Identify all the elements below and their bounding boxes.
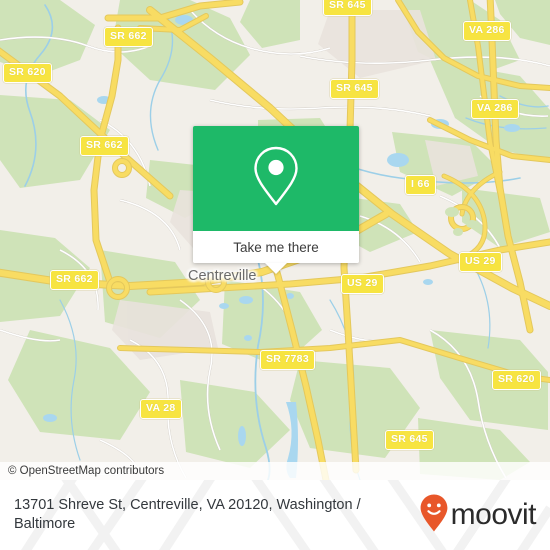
road-shield: SR 645 [385,430,434,450]
road-shield: VA 286 [471,99,519,119]
road-shield: VA 286 [463,21,511,41]
moovit-wordmark: moovit [450,498,537,531]
address-text: 13701 Shreve St, Centreville, VA 20120, … [14,496,361,532]
map-canvas[interactable]: SR 645 VA 286 SR 662 SR 620 SR 645 VA 28… [0,0,550,480]
road-shield: SR 645 [323,0,372,16]
map-pin-icon [250,143,302,214]
map-attribution: © OpenStreetMap contributors [0,462,550,480]
info-card-pointer [265,263,287,274]
road-shield: US 29 [459,252,502,272]
road-shield: SR 662 [80,136,129,156]
take-me-there-button[interactable]: Take me there [193,231,359,274]
road-shield: SR 645 [330,79,379,99]
attribution-text: © OpenStreetMap contributors [8,465,165,477]
moovit-smiley-pin-icon [419,493,449,538]
footer-bar: 13701 Shreve St, Centreville, VA 20120, … [0,480,550,550]
road-shield: SR 662 [104,27,153,47]
road-shield: SR 620 [3,63,52,83]
moovit-map-screenshot: SR 645 VA 286 SR 662 SR 620 SR 645 VA 28… [0,0,550,550]
place-label-centreville: Centreville [188,268,257,284]
location-info-card[interactable]: Take me there [193,126,359,274]
info-card-header [193,126,359,231]
road-shield: SR 662 [50,270,99,290]
road-shield: I 66 [405,175,436,195]
moovit-logo: moovit [419,493,537,538]
road-shield: US 29 [341,274,384,294]
road-shield: SR 7783 [260,350,315,370]
road-shield: SR 620 [492,370,541,390]
take-me-there-label: Take me there [233,239,319,255]
road-shield: VA 28 [140,399,182,419]
